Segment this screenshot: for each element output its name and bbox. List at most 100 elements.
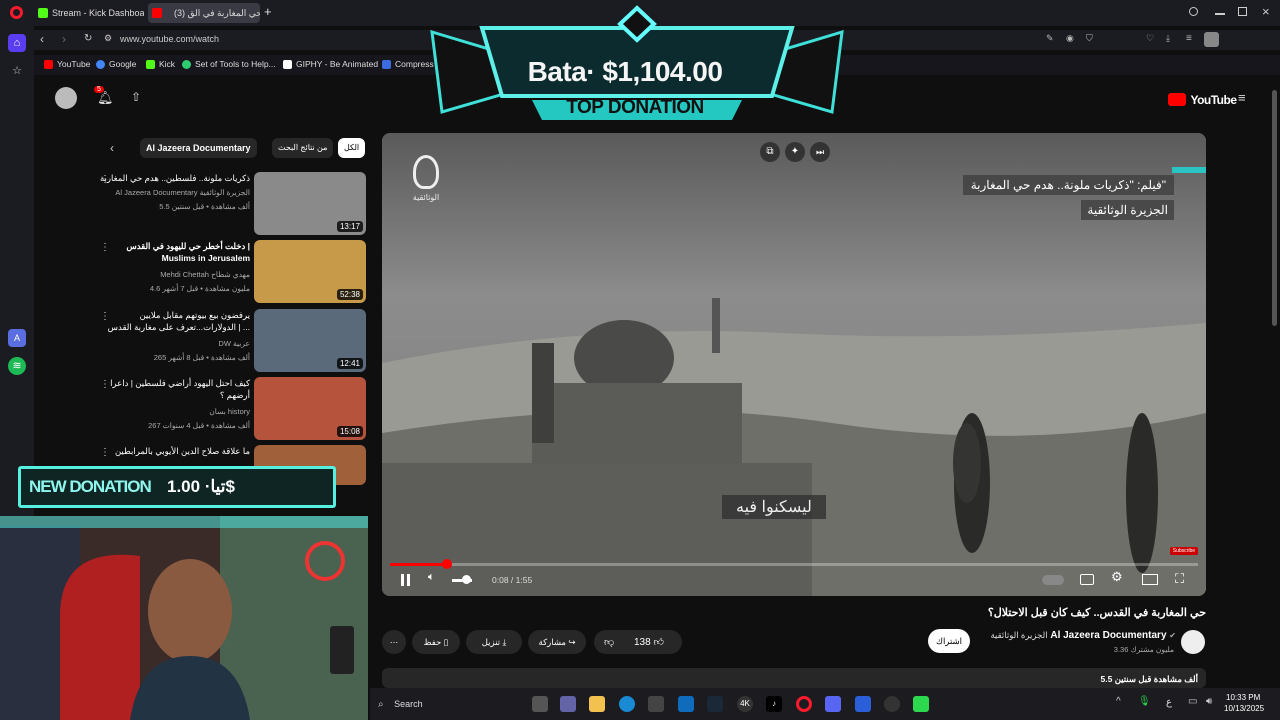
forward-icon[interactable]: › xyxy=(62,32,66,46)
extension-icon[interactable]: ✎ xyxy=(1046,33,1054,44)
menu-icon[interactable]: ≡ xyxy=(1186,33,1192,44)
list-item[interactable]: ⋮ ذكريات ملونة.. فلسطين.. هدم حي المغارب… xyxy=(100,172,370,236)
shield-icon[interactable]: ⛉ xyxy=(1086,33,1093,44)
tab-youtube-video[interactable]: (3) حي المغاربة في الق xyxy=(148,3,260,23)
progress-bar[interactable] xyxy=(390,563,1198,566)
settings-icon[interactable]: ⚙ xyxy=(1111,569,1123,585)
volume-icon[interactable]: 🔈︎ xyxy=(428,571,435,584)
subtitles-icon[interactable] xyxy=(1080,574,1094,585)
vpn-shield-icon[interactable] xyxy=(855,696,871,712)
tab-label: Stream - Kick Dashboard xyxy=(52,8,144,18)
bookmark-google[interactable]: Google xyxy=(96,59,136,69)
chip-prev-icon[interactable]: ‹ xyxy=(110,141,114,155)
mic-icon[interactable]: 🎙︎ xyxy=(1138,696,1151,707)
heart-icon[interactable]: ♡ xyxy=(1146,33,1154,44)
new-tab-button[interactable]: + xyxy=(264,4,272,19)
video-thumbnail[interactable]: 52:38 xyxy=(254,240,366,303)
list-item[interactable]: ⋮ دخلت أخطر حي لليهود في القدس | Muslims… xyxy=(100,240,370,304)
miniplayer-icon[interactable]: ⧉ xyxy=(760,142,780,162)
subscribe-button[interactable]: اشتراك xyxy=(928,629,970,653)
back-icon[interactable]: ‹ xyxy=(40,32,44,46)
chip-al-jazeera[interactable]: Al Jazeera Documentary xyxy=(140,138,257,158)
minimize-icon[interactable] xyxy=(1215,13,1225,15)
video-thumbnail[interactable]: 12:41 xyxy=(254,309,366,372)
star-icon[interactable]: ☆ xyxy=(8,62,26,80)
bookmark-kick[interactable]: Kick xyxy=(146,59,175,69)
skip-icon[interactable]: ⏭ xyxy=(810,142,830,162)
video-thumbnail[interactable]: 13:17 xyxy=(254,172,366,235)
youtube-logo[interactable]: YouTube xyxy=(1168,91,1237,107)
ai-icon[interactable]: ✦ xyxy=(785,142,805,162)
scrollbar[interactable] xyxy=(1272,90,1277,326)
hamburger-menu-icon[interactable]: ≡ xyxy=(1238,90,1246,105)
subscribe-badge[interactable]: Subscribe xyxy=(1169,547,1198,555)
chip-search-results[interactable]: من نتائج البحث xyxy=(272,138,334,158)
progress-handle[interactable] xyxy=(441,559,452,569)
camera-icon[interactable]: ◉ xyxy=(1066,33,1074,44)
tiktok-icon[interactable]: ♪ xyxy=(766,696,782,712)
bookmark-tools[interactable]: Set of Tools to Help... xyxy=(182,59,276,69)
speaker-icon[interactable]: 🔊︎ xyxy=(1206,696,1212,707)
reload-icon[interactable]: ↻ xyxy=(84,33,92,44)
share-button[interactable]: مشاركة ↪ xyxy=(528,630,586,654)
clock-date[interactable]: 10/13/2025 xyxy=(1224,704,1264,713)
taskview-icon[interactable] xyxy=(532,696,548,712)
teams-icon[interactable] xyxy=(560,696,576,712)
discord-icon[interactable] xyxy=(825,696,841,712)
like-button[interactable]: 138 👍︎ xyxy=(634,636,664,648)
bookmark-giphy[interactable]: GIPHY - Be Animated xyxy=(283,59,378,69)
extensions-area: ✎ ◉ ⛉ ♡ ⤓ ≡ xyxy=(1046,32,1276,47)
language-indicator[interactable]: ع xyxy=(1166,697,1172,708)
close-icon[interactable]: × xyxy=(1262,4,1270,19)
store-icon[interactable] xyxy=(648,696,664,712)
home-icon[interactable]: ⌂ xyxy=(8,34,26,52)
search-icon[interactable] xyxy=(1189,7,1198,16)
autoplay-toggle[interactable] xyxy=(1042,575,1064,585)
network-icon[interactable]: ▭ xyxy=(1188,696,1197,707)
aria-icon[interactable]: A xyxy=(8,329,26,347)
tray-chevron-icon[interactable]: ^ xyxy=(1116,696,1121,707)
tab-label: (3) حي المغاربة في الق xyxy=(174,8,260,18)
save-button[interactable]: حفظ ▯ xyxy=(412,630,460,654)
volume-knob[interactable] xyxy=(462,575,471,584)
user-avatar[interactable] xyxy=(55,87,77,109)
bookmark-icon: ▯ xyxy=(443,637,449,647)
tab-kick-dashboard[interactable]: Stream - Kick Dashboard xyxy=(34,3,144,23)
download-icon[interactable]: ⤓ xyxy=(1166,33,1170,44)
video-player[interactable]: الوثائقية فيلم: "ذكريات ملونة.. هدم حي ا… xyxy=(382,133,1206,596)
spotify-icon[interactable]: ≋ xyxy=(8,357,26,375)
video-thumbnail[interactable]: 15:08 xyxy=(254,377,366,440)
channel-name[interactable]: الجزيرة الوثائقية Al Jazeera Documentary… xyxy=(990,630,1176,641)
site-info-icon[interactable]: ⚙ xyxy=(104,33,112,44)
theater-mode-icon[interactable] xyxy=(1142,574,1158,585)
video-title: كيف احتل اليهود أراضي فلسطين | داعرا أرض… xyxy=(110,378,250,400)
list-item[interactable]: ⋮ كيف احتل اليهود أراضي فلسطين | داعرا أ… xyxy=(100,377,370,441)
profile-avatar[interactable] xyxy=(1204,32,1219,47)
bookmark-youtube[interactable]: YouTube xyxy=(44,59,90,69)
maximize-icon[interactable] xyxy=(1238,7,1247,16)
fullscreen-icon[interactable]: ⛶ xyxy=(1175,571,1184,587)
outlook-icon[interactable] xyxy=(678,696,694,712)
pause-icon[interactable] xyxy=(400,574,412,586)
file-explorer-icon[interactable] xyxy=(589,696,605,712)
url-field[interactable]: www.youtube.com/watch xyxy=(120,34,219,44)
obs-icon[interactable] xyxy=(884,696,900,712)
clock-time[interactable]: 10:33 PM xyxy=(1226,693,1260,702)
more-actions-button[interactable]: ⋯ xyxy=(382,630,406,654)
channel-avatar[interactable] xyxy=(1181,630,1205,654)
steam-icon[interactable] xyxy=(707,696,723,712)
list-item[interactable]: ⋮ يرفضون بيع بيوتهم مقابل ملايين الدولار… xyxy=(100,309,370,373)
youtube-play-icon xyxy=(1168,93,1186,107)
description-box[interactable] xyxy=(382,668,1206,688)
edge-icon[interactable] xyxy=(619,696,635,712)
streaming-app-icon[interactable] xyxy=(913,696,929,712)
dislike-button[interactable]: 👎︎ xyxy=(604,636,614,648)
taskbar-search[interactable]: ⌕ Search xyxy=(378,694,528,714)
chip-all[interactable]: الكل xyxy=(338,138,366,158)
opera-logo-icon[interactable] xyxy=(10,6,23,19)
opera-icon[interactable] xyxy=(796,696,812,712)
video-channel: Al Jazeera Documentary الجزيرة الوثائقية xyxy=(115,188,250,197)
4k-app-icon[interactable]: 4K xyxy=(737,696,753,712)
download-button[interactable]: تنزيل ⤓ xyxy=(466,630,522,654)
upload-icon[interactable]: ⇧ xyxy=(131,90,141,104)
